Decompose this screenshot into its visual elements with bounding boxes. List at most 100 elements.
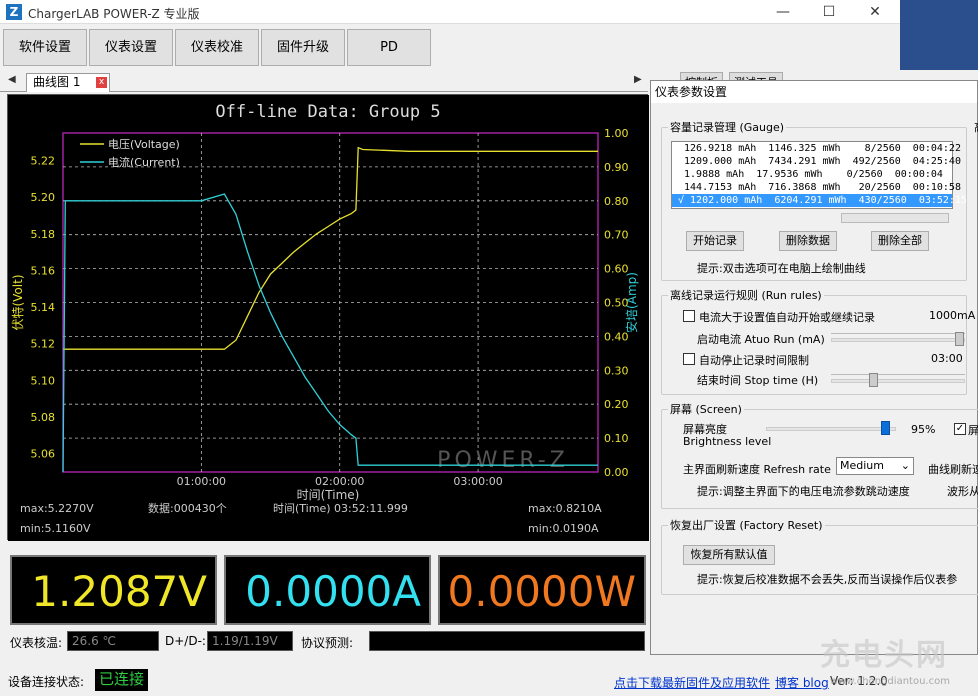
slider-thumb[interactable] [955,332,964,346]
side-label: 高 [974,119,978,135]
y-right-tick-label: 0.70 [604,229,629,242]
tab-close-icon[interactable]: x [96,77,107,88]
main-toolbar: 软件设置 仪表设置 仪表校准 固件升级 PD [0,25,900,69]
gauge-legend: 容量记录管理 (Gauge) [670,121,785,134]
list-scrollbar[interactable] [841,213,949,223]
x-tick-label: 01:00:00 [177,475,226,488]
stat-vmin: min:5.1160V [20,522,91,535]
minimize-button[interactable]: — [760,0,806,24]
stat-vmax: max:5.2270V [20,502,94,515]
x-tick-label: 03:00:00 [453,475,502,488]
screen-legend: 屏幕 (Screen) [670,403,742,416]
list-item[interactable]: 1209.000 mAh 7434.291 mWh 492/2560 04:25… [672,155,961,168]
screen-hint: 提示:调整主界面下的电压电流参数跳动速度 [697,485,910,498]
stop-time-label: 结束时间 Stop time (H) [697,374,819,387]
stat-imin: min:0.0190A [528,522,599,535]
list-item[interactable]: 1.9888 mAh 17.9536 mWh 0/2560 00:00:04 [672,168,952,181]
desktop-background [900,0,978,76]
y-right-tick-label: 0.00 [604,466,629,479]
brightness-value: 95% [911,423,936,436]
y-left-axis-label: 伏特(Volt) [10,274,25,330]
chart-tab-strip: ◀ 曲线图 1 x ▶ [0,70,648,92]
pd-button[interactable]: PD [347,29,431,66]
delete-all-button[interactable]: 删除全部 [871,231,929,251]
dialog-title: 仪表参数设置 [651,81,977,103]
refresh-rate-select[interactable]: Medium ⌄ [836,457,914,475]
y-right-tick-label: 0.10 [604,432,629,445]
stat-count: 数据:000430个 [148,501,227,515]
slider-track [831,379,965,383]
auto-start-checkbox[interactable] [683,310,695,322]
chevron-down-icon: ⌄ [900,459,910,472]
delete-data-button[interactable]: 删除数据 [779,231,837,251]
list-item-selected[interactable]: √ 1202.000 mAh 6204.291 mWh 430/2560 03:… [672,194,967,207]
meter-calibration-button[interactable]: 仪表校准 [175,29,259,66]
meter-info-row: 仪表核温: 26.6 ℃ D+/D-: 1.19/1.19V 协议预测: [7,630,648,654]
chart-svg: Off-line Data: Group 5 01:00:00 02:00:00 03… [8,95,649,541]
auto-run-label: 启动电流 Atuo Run (mA) [697,333,825,346]
close-button[interactable]: ✕ [852,0,898,24]
voltage-readout: 1.2087V [10,555,217,625]
power-readout: 0.0000W [438,555,646,625]
tab-scroll-left-icon[interactable]: ◀ [8,74,16,85]
curve-chart: Off-line Data: Group 5 01:00:00 02:00:00 03… [7,94,649,541]
slider-thumb[interactable] [880,421,890,435]
y-right-tick-label: 0.80 [604,195,629,208]
meter-settings-dialog: 仪表参数设置 容量记录管理 (Gauge) 高 126.9218 mAh 114… [650,80,978,655]
tab-scroll-right-icon[interactable]: ▶ [634,74,642,85]
firmware-upgrade-button[interactable]: 固件升级 [261,29,345,66]
y-left-tick-label: 5.22 [31,154,56,167]
y-right-tick-label: 1.00 [604,127,629,140]
blog-link[interactable]: 博客 blog [775,674,829,691]
dpdm-label: D+/D-: [165,634,206,648]
y-left-tick-label: 5.18 [31,228,56,241]
screen-hint-tail: 波形从 [947,485,978,498]
software-settings-button[interactable]: 软件设置 [3,29,87,66]
slider-track [831,338,965,342]
tab-label: 曲线图 1 [33,75,81,89]
current-readout: 0.0000A [224,555,431,625]
protocol-label: 协议预测: [301,636,354,650]
factory-reset-legend: 恢复出厂设置 (Factory Reset) [670,519,823,532]
curve-refresh-label: 曲线刷新速 [928,463,978,476]
start-record-button[interactable]: 开始记录 [686,231,744,251]
chart-title: Off-line Data: Group 5 [215,102,440,122]
protocol-value [369,631,645,651]
list-item[interactable]: 126.9218 mAh 1146.325 mWh 8/2560 00:04:2… [672,142,961,155]
restore-defaults-button[interactable]: 恢复所有默认值 [683,545,775,565]
download-link[interactable]: 点击下载最新固件及应用软件 [614,674,770,691]
y-left-tick-label: 5.06 [31,448,56,461]
refresh-rate-value: Medium [840,459,884,472]
chart-watermark: POWER-Z [437,448,569,473]
y-left-tick-label: 5.20 [31,191,56,204]
auto-start-label: 电流大于设置值自动开始或继续记录 [699,311,875,324]
list-item[interactable]: 144.7153 mAh 716.3868 mWh 20/2560 00:10:… [672,181,961,194]
refresh-rate-label: 主界面刷新速度 Refresh rate [683,463,831,476]
y-right-axis-label: 安培(Amp) [624,272,639,333]
title-bar: Z ChargerLAB POWER-Z 专业版 — ☐ ✕ [0,0,900,24]
auto-run-slider[interactable] [831,332,965,347]
brightness-label-en: Brightness level [683,435,772,448]
x-axis-label: 时间(Time) [297,488,360,502]
slider-thumb[interactable] [869,373,878,387]
y-left-tick-label: 5.12 [31,338,56,351]
gauge-record-list[interactable]: 126.9218 mAh 1146.325 mWh 8/2560 00:04:2… [671,141,967,209]
slider-track [766,427,896,431]
screen-option-checkbox[interactable]: ✓ [954,423,966,435]
meter-readouts: 1.2087V 0.0000A 0.0000W [7,555,648,625]
maximize-button[interactable]: ☐ [806,0,852,24]
y-left-tick-label: 5.16 [31,264,56,277]
tab-curve-1[interactable]: 曲线图 1 x [26,73,110,92]
site-watermark: 充电头网 [820,638,948,673]
stop-time-slider[interactable] [831,373,965,388]
brightness-slider[interactable] [766,421,896,437]
stat-imax: max:0.8210A [528,502,602,515]
connection-status-label: 设备连接状态: [8,675,85,689]
screen-option-label: 屏 [968,424,978,437]
meter-settings-button[interactable]: 仪表设置 [89,29,173,66]
site-watermark-url: www.chongdiantou.com [830,676,950,687]
y-right-tick-label: 0.90 [604,161,629,174]
auto-stop-value: 03:00 [931,352,963,365]
auto-stop-label: 自动停止记录时间限制 [699,354,809,367]
auto-stop-checkbox[interactable] [683,353,695,365]
